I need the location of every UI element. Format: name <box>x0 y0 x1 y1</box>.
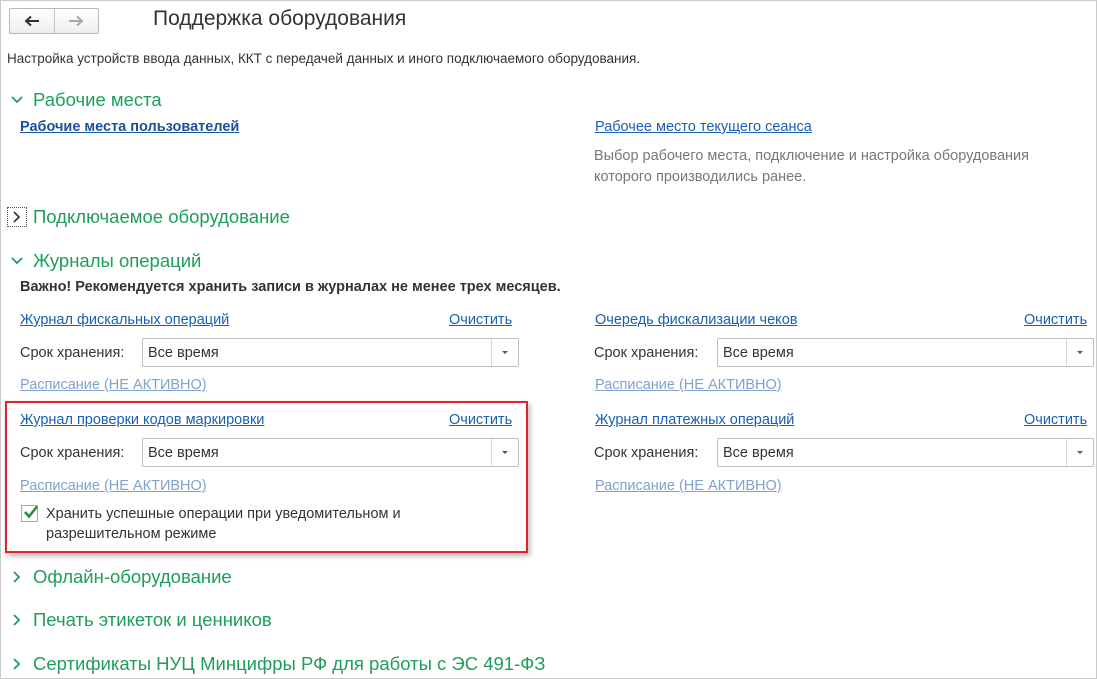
page-description: Настройка устройств ввода данных, ККТ с … <box>7 51 641 66</box>
chevron-right-icon <box>7 567 27 587</box>
nav-buttons <box>9 8 99 34</box>
page-title: Поддержка оборудования <box>153 7 407 30</box>
marking-schedule-link[interactable]: Расписание (НЕ АКТИВНО) <box>20 478 207 494</box>
select-value: Все время <box>148 445 219 461</box>
marking-log-link[interactable]: Журнал проверки кодов маркировки <box>20 412 264 428</box>
triangle-down-icon <box>1077 451 1083 454</box>
payment-retention-select[interactable]: Все время <box>717 438 1094 467</box>
checkmark-icon <box>24 505 39 519</box>
select-value: Все время <box>723 445 794 461</box>
dropdown-button[interactable] <box>1066 439 1093 466</box>
retention-warning: Важно! Рекомендуется хранить записи в жу… <box>20 279 561 295</box>
triangle-down-icon <box>502 451 508 454</box>
queue-retention-label: Срок хранения: <box>594 345 699 361</box>
chevron-down-icon <box>7 251 27 271</box>
queue-retention-select[interactable]: Все время <box>717 338 1094 367</box>
fiscal-log-link[interactable]: Журнал фискальных операций <box>20 312 229 328</box>
marking-retention-label: Срок хранения: <box>20 445 125 461</box>
section-offline-equipment[interactable]: Офлайн-оборудование <box>7 565 232 589</box>
current-session-workplace-link[interactable]: Рабочее место текущего сеанса <box>595 119 812 135</box>
store-successful-ops-label: Хранить успешные операции при уведомител… <box>46 506 401 542</box>
chevron-right-icon <box>7 654 27 674</box>
payment-schedule-link[interactable]: Расписание (НЕ АКТИВНО) <box>595 478 782 494</box>
section-label: Сертификаты НУЦ Минцифры РФ для работы с… <box>33 653 546 674</box>
queue-log-link[interactable]: Очередь фискализации чеков <box>595 312 797 328</box>
marking-retention-select[interactable]: Все время <box>142 438 519 467</box>
dropdown-button[interactable] <box>1066 339 1093 366</box>
fiscal-retention-label: Срок хранения: <box>20 345 125 361</box>
triangle-down-icon <box>1077 351 1083 354</box>
section-label: Офлайн-оборудование <box>33 566 232 587</box>
marking-log-clear-link[interactable]: Очистить <box>449 412 512 428</box>
back-button[interactable] <box>10 9 54 33</box>
fiscal-schedule-link[interactable]: Расписание (НЕ АКТИВНО) <box>20 377 207 393</box>
section-label: Рабочие места <box>33 89 162 110</box>
section-connected-equipment[interactable]: Подключаемое оборудование <box>7 205 290 229</box>
current-session-note: Выбор рабочего места, подключение и наст… <box>594 148 1029 185</box>
section-operation-logs[interactable]: Журналы операций <box>7 249 201 273</box>
triangle-down-icon <box>502 351 508 354</box>
fiscal-log-clear-link[interactable]: Очистить <box>449 312 512 328</box>
queue-log-clear-link[interactable]: Очистить <box>1024 312 1087 328</box>
payment-retention-label: Срок хранения: <box>594 445 699 461</box>
chevron-right-icon <box>7 610 27 630</box>
forward-button[interactable] <box>53 9 99 33</box>
section-certificates[interactable]: Сертификаты НУЦ Минцифры РФ для работы с… <box>7 652 545 676</box>
chevron-down-icon <box>7 90 27 110</box>
queue-schedule-link[interactable]: Расписание (НЕ АКТИВНО) <box>595 377 782 393</box>
section-label: Журналы операций <box>33 250 202 271</box>
store-successful-ops-checkbox[interactable] <box>21 505 39 522</box>
select-value: Все время <box>148 345 219 361</box>
dropdown-button[interactable] <box>491 339 518 366</box>
section-label-printing[interactable]: Печать этикеток и ценников <box>7 608 272 632</box>
payment-log-clear-link[interactable]: Очистить <box>1024 412 1087 428</box>
section-label: Печать этикеток и ценников <box>33 609 272 630</box>
arrow-right-icon <box>69 15 84 27</box>
arrow-left-icon <box>24 15 39 27</box>
fiscal-retention-select[interactable]: Все время <box>142 338 519 367</box>
section-workplaces[interactable]: Рабочие места <box>7 88 162 112</box>
section-label: Подключаемое оборудование <box>33 206 290 227</box>
dropdown-button[interactable] <box>491 439 518 466</box>
user-workplaces-link[interactable]: Рабочие места пользователей <box>20 119 239 135</box>
select-value: Все время <box>723 345 794 361</box>
chevron-right-icon <box>7 207 27 227</box>
payment-log-link[interactable]: Журнал платежных операций <box>595 412 794 428</box>
